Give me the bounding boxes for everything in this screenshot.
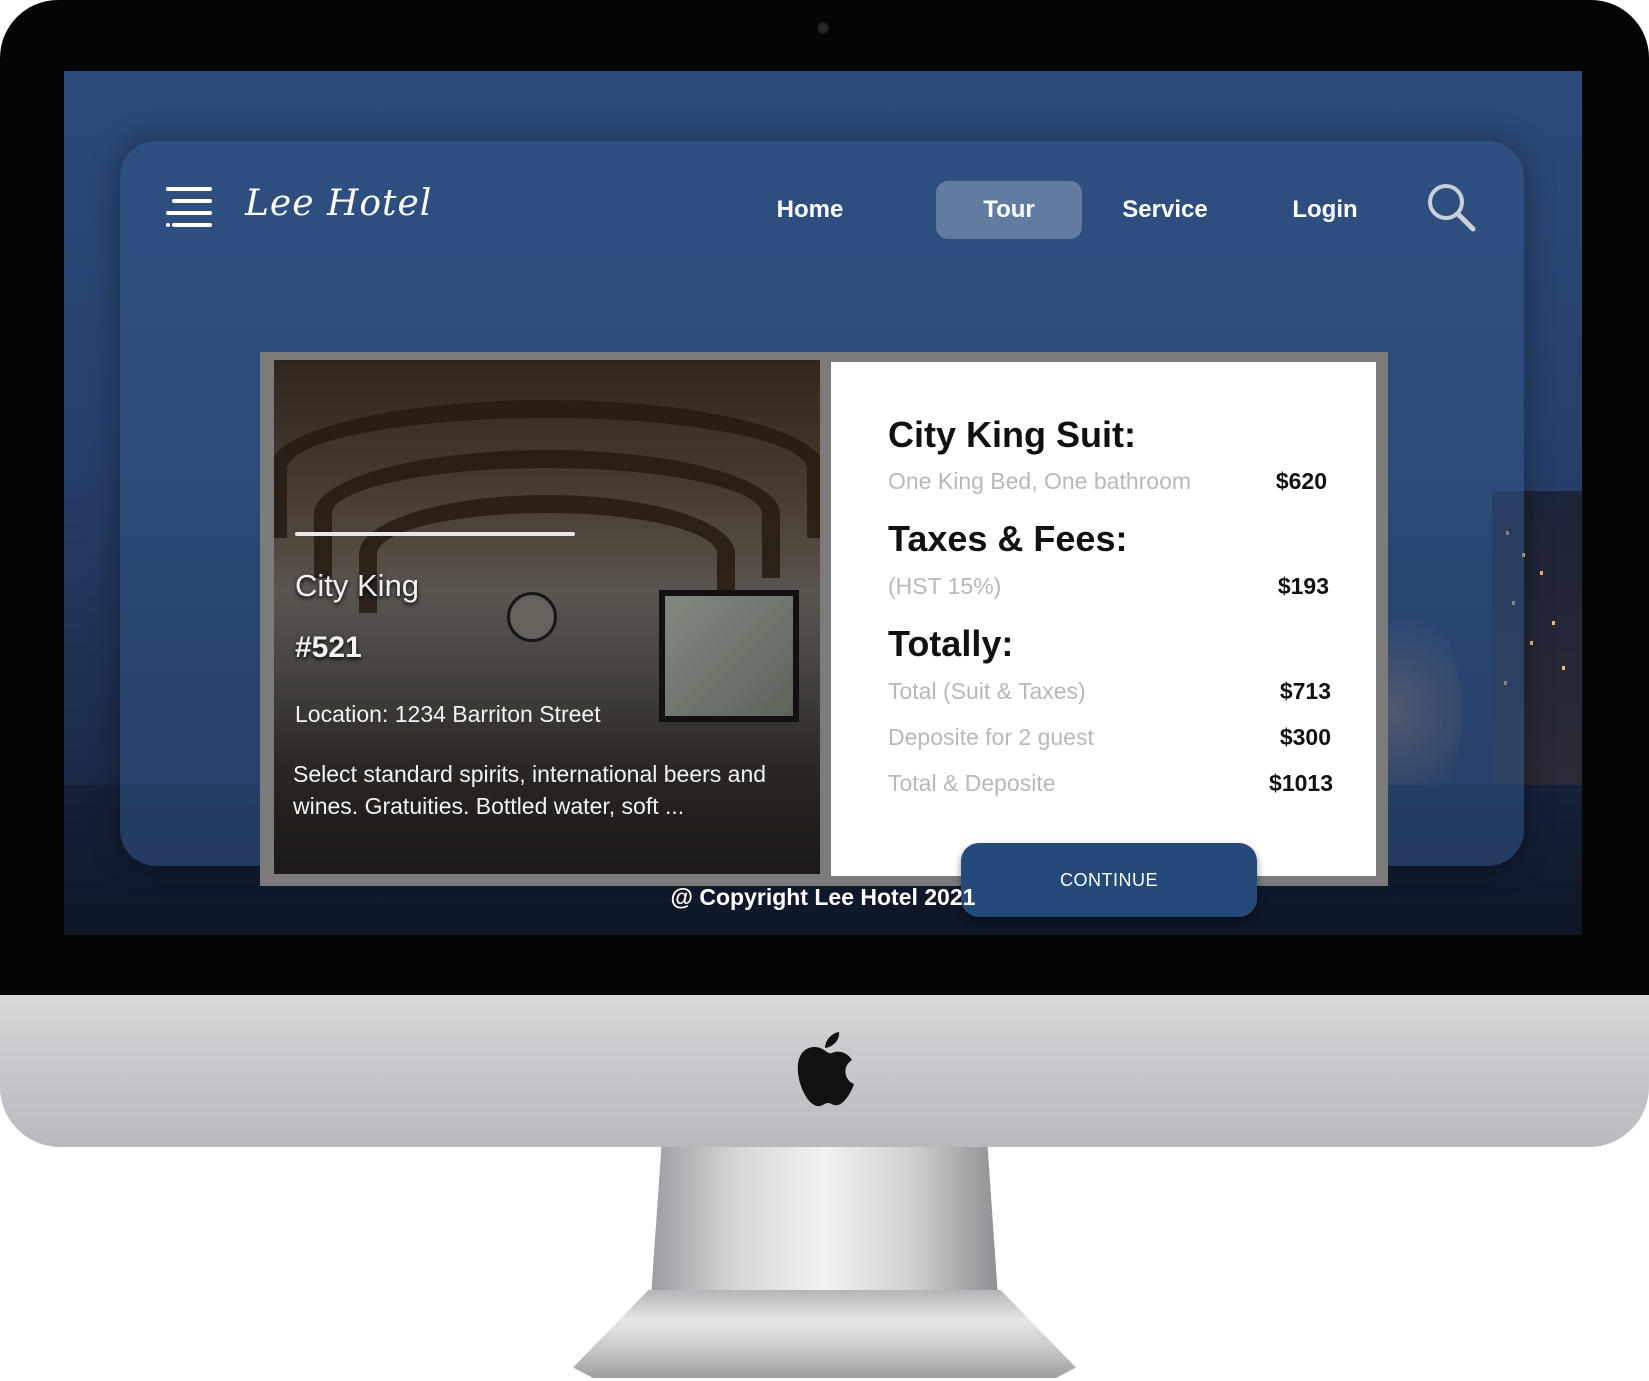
suit-title: City King Suit: <box>888 414 1136 455</box>
room-photo: City King #521 Location: 1234 Barriton S… <box>274 360 820 874</box>
suit-value: $620 <box>1275 468 1327 494</box>
monitor-stand-neck <box>651 1147 998 1297</box>
search-icon[interactable] <box>1425 181 1477 233</box>
booking-card: City King #521 Location: 1234 Barriton S… <box>260 352 1388 886</box>
taxes-value: $193 <box>1277 573 1329 599</box>
room-name: City King <box>295 568 420 603</box>
taxes-title: Taxes & Fees: <box>888 518 1128 559</box>
monitor-stand-base <box>573 1290 1076 1378</box>
site-logo[interactable]: Lee Hotel <box>245 183 432 224</box>
room-number: #521 <box>295 631 362 664</box>
nav-tour[interactable]: Tour <box>936 181 1082 239</box>
grand-total-value: $1013 <box>1269 770 1333 796</box>
deposit-label: Deposite for 2 guest <box>888 724 1094 750</box>
main-panel: Lee Hotel Home Tour Service Login City K… <box>120 141 1524 917</box>
total-label: Total (Suit & Taxes) <box>888 678 1086 704</box>
screen: Lee Hotel Home Tour Service Login City K… <box>64 71 1582 935</box>
room-description: Select standard spirits, international b… <box>293 761 767 819</box>
footer-copyright: @ Copyright Lee Hotel 2021 <box>670 884 976 910</box>
nav-service[interactable]: Service <box>1095 181 1235 239</box>
total-value: $713 <box>1279 678 1331 704</box>
apple-logo-icon <box>797 1032 854 1107</box>
hamburger-menu-icon[interactable] <box>166 187 212 227</box>
deposit-value: $300 <box>1279 724 1331 750</box>
camera-icon <box>817 22 829 34</box>
monitor-chin <box>0 995 1649 1147</box>
title-divider <box>295 532 575 536</box>
nav-login[interactable]: Login <box>1260 181 1390 239</box>
taxes-label: (HST 15%) <box>888 573 1002 599</box>
suit-label: One King Bed, One bathroom <box>888 468 1192 494</box>
price-summary: City King Suit: One King Bed, One bathro… <box>831 362 1376 876</box>
totals-title: Totally: <box>888 623 1014 664</box>
room-location: Location: 1234 Barriton Street <box>295 701 601 727</box>
monitor-bezel: Lee Hotel Home Tour Service Login City K… <box>0 0 1649 995</box>
nav-home[interactable]: Home <box>745 181 875 239</box>
grand-total-label: Total & Deposite <box>888 770 1056 796</box>
